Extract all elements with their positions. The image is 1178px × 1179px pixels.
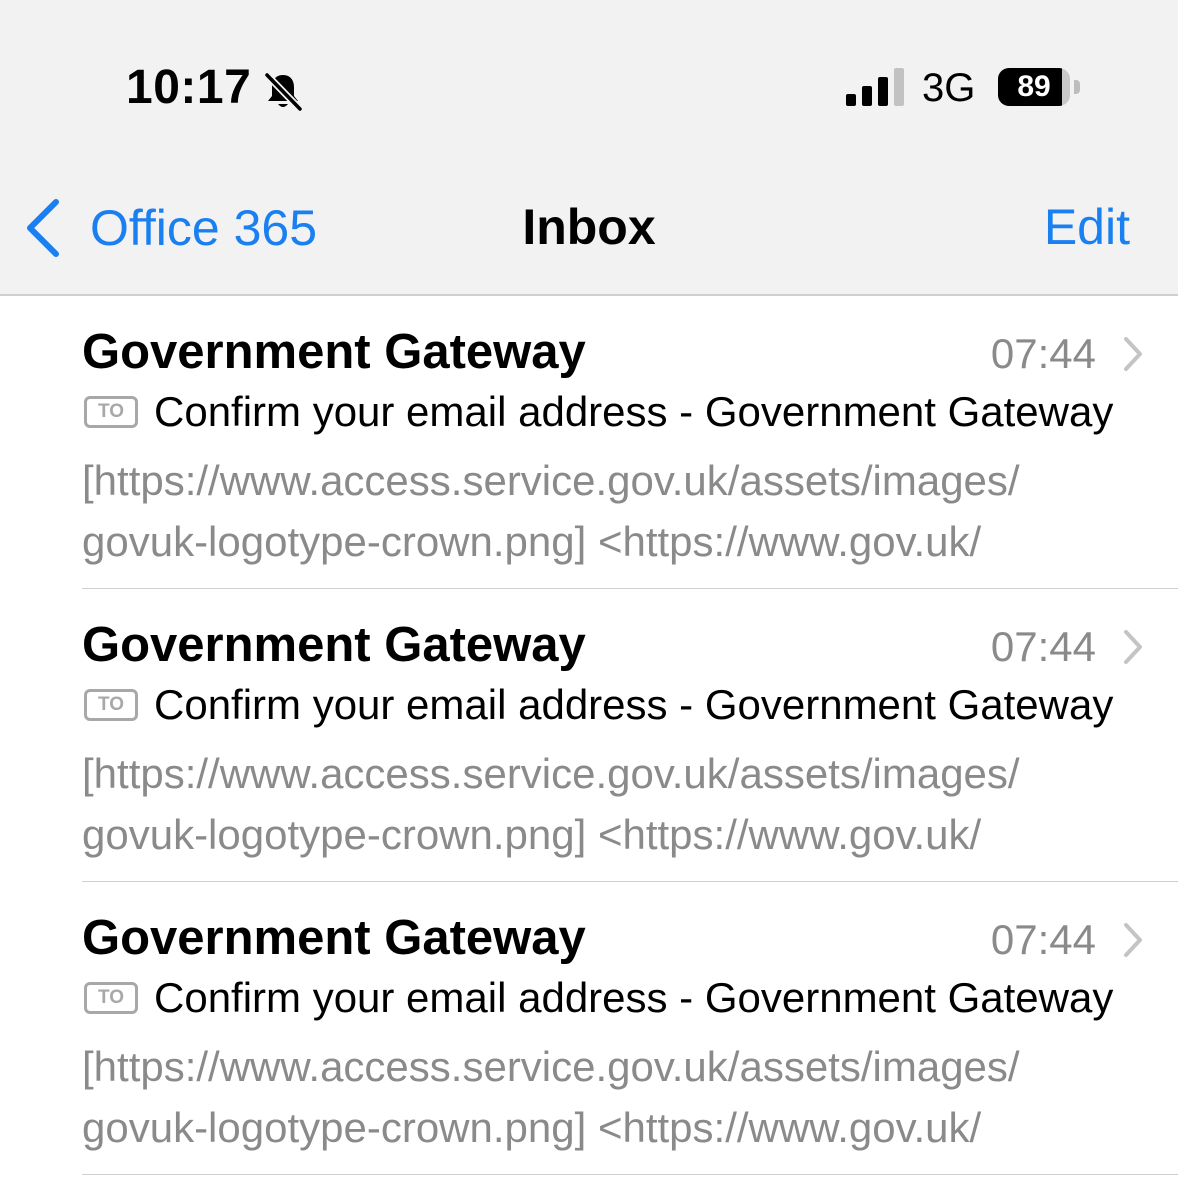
signal-bar	[862, 86, 872, 106]
message-sender: Government Gateway	[82, 911, 586, 965]
battery-level: 89	[1017, 70, 1051, 103]
preview-line: govuk-logotype-crown.png] <https://www.g…	[82, 811, 982, 858]
message-subject: Confirm your email address - Government …	[154, 681, 1114, 728]
preview-line: [https://www.access.service.gov.uk/asset…	[82, 457, 1020, 504]
message-row[interactable]: Government Gateway 07:44 TO Confirm your…	[0, 882, 1178, 1175]
to-badge: TO	[84, 396, 138, 428]
edit-button[interactable]: Edit	[1044, 198, 1130, 256]
message-preview: [https://www.access.service.gov.uk/asset…	[82, 743, 1126, 865]
page-title: Inbox	[522, 199, 656, 255]
message-row[interactable]: Government Gateway 07:44 TO Confirm your…	[0, 296, 1178, 589]
signal-bar	[878, 77, 888, 106]
message-preview: [https://www.access.service.gov.uk/asset…	[82, 450, 1126, 572]
battery-icon: 89	[998, 68, 1082, 108]
cellular-signal-icon	[846, 68, 904, 106]
message-subject: Confirm your email address - Government …	[154, 388, 1114, 435]
preview-line: [https://www.access.service.gov.uk/asset…	[82, 750, 1020, 797]
preview-line: govuk-logotype-crown.png] <https://www.g…	[82, 1104, 982, 1151]
preview-line: [https://www.access.service.gov.uk/asset…	[82, 1043, 1020, 1090]
message-time: 07:44	[990, 623, 1096, 670]
header: 10:17 3G 89 Office 365 Inbox Edit	[0, 0, 1178, 296]
row-divider	[82, 1174, 1178, 1175]
message-time: 07:44	[990, 916, 1096, 963]
message-preview: [https://www.access.service.gov.uk/asset…	[82, 1036, 1126, 1158]
network-type: 3G	[922, 66, 976, 110]
message-sender: Government Gateway	[82, 325, 586, 379]
status-time: 10:17	[126, 61, 252, 114]
message-row[interactable]: Government Gateway 07:44 TO Confirm your…	[0, 589, 1178, 882]
to-badge: TO	[84, 982, 138, 1014]
bell-slash-icon	[263, 71, 304, 112]
message-list: Government Gateway 07:44 TO Confirm your…	[0, 296, 1178, 1175]
signal-bar	[846, 94, 856, 106]
message-time: 07:44	[990, 330, 1096, 377]
preview-line: govuk-logotype-crown.png] <https://www.g…	[82, 518, 982, 565]
signal-bar	[894, 68, 904, 106]
chevron-right-icon	[1124, 630, 1142, 664]
message-subject: Confirm your email address - Government …	[154, 974, 1114, 1021]
to-badge: TO	[84, 689, 138, 721]
chevron-right-icon	[1124, 923, 1142, 957]
chevron-right-icon	[1124, 337, 1142, 371]
message-sender: Government Gateway	[82, 618, 586, 672]
